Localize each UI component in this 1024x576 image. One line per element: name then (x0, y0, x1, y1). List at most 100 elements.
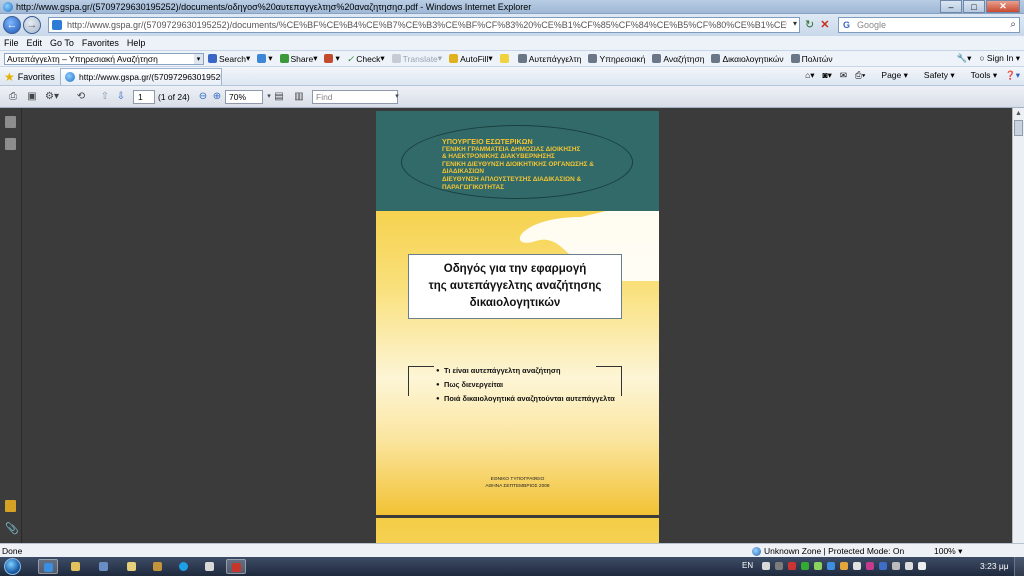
tray-icon[interactable] (814, 562, 822, 570)
highlight-button[interactable] (499, 54, 511, 63)
vertical-scrollbar[interactable]: ▲ (1012, 108, 1024, 543)
taskbar-app[interactable] (148, 559, 168, 574)
pages-icon[interactable] (5, 116, 16, 128)
link-autepaggelti[interactable]: Αυτεπάγγελτη (517, 54, 581, 64)
feeds-icon[interactable]: ◙▾ (823, 70, 832, 81)
next-page-icon[interactable]: ⇩ (114, 90, 128, 103)
clock[interactable]: 3:23 μμ (980, 561, 1009, 571)
tray-icon[interactable] (840, 562, 848, 570)
toolbar-pagerank-button[interactable]: ▾ (324, 53, 340, 64)
taskbar-skype[interactable] (174, 559, 194, 574)
attachments-icon[interactable] (5, 138, 16, 150)
search-term-icon (517, 54, 527, 63)
bluetooth-icon[interactable] (879, 562, 887, 570)
find-input[interactable]: Find (312, 90, 398, 104)
forward-button[interactable]: → (23, 16, 41, 34)
volume-icon[interactable] (918, 562, 926, 570)
favorites-button[interactable]: ★ Favorites (4, 70, 55, 84)
tray-icon[interactable] (788, 562, 796, 570)
zoom-in-icon[interactable]: ⊕ (210, 90, 224, 103)
app-icon (99, 562, 108, 571)
page-number-input[interactable]: 1 (133, 90, 155, 104)
zoom-out-icon[interactable]: ⊖ (196, 90, 210, 103)
help-icon[interactable]: ❓▾ (1005, 70, 1020, 81)
search-box[interactable]: G Google ⌕ (838, 17, 1020, 33)
mail-icon[interactable]: ✉ (840, 70, 847, 81)
security-zone[interactable]: Unknown Zone | Protected Mode: On (752, 546, 904, 556)
zoom-select[interactable]: 70% (225, 90, 263, 104)
tray-icon[interactable] (775, 562, 783, 570)
tray-icon[interactable] (866, 562, 874, 570)
menu-edit[interactable]: Edit (27, 38, 43, 48)
share-icon[interactable]: ⚙▾ (45, 90, 59, 103)
link-ypiresiaki[interactable]: Υπηρεσιακή (588, 54, 645, 64)
tray-icon[interactable] (827, 562, 835, 570)
ministry-line: & ΗΛΕΚΤΡΟΝΙΚΗΣ ΔΙΑΚΥΒΕΡΝΗΣΗΣ (442, 153, 555, 161)
taskbar-acrobat[interactable] (226, 559, 246, 574)
fit-page-icon[interactable]: ▤ (272, 90, 286, 103)
link-politon[interactable]: Πολιτών (790, 54, 833, 64)
tray-icon[interactable] (801, 562, 809, 570)
share-button[interactable]: Share ▾ (279, 53, 317, 64)
paperclip-icon[interactable]: 📎 (5, 522, 19, 535)
back-button[interactable]: ← (3, 16, 21, 34)
home-icon[interactable]: ⌂▾ (805, 70, 814, 81)
plus-icon (257, 54, 267, 63)
toolbar-search-button[interactable]: Search ▾ (208, 53, 250, 64)
address-bar[interactable]: http://www.gspa.gr/(5709729630195252)/do… (48, 17, 800, 33)
search-icon[interactable]: ⌕ (1010, 19, 1016, 30)
menu-favorites[interactable]: Favorites (82, 38, 119, 48)
stop-icon[interactable]: ✕ (820, 18, 829, 31)
comments-icon[interactable] (5, 500, 16, 512)
print-icon[interactable]: ⎙▾ (855, 70, 865, 81)
page-menu[interactable]: Page ▾ (873, 70, 908, 81)
collaborate-icon[interactable]: ⟲ (74, 90, 88, 103)
menu-help[interactable]: Help (127, 38, 146, 48)
scroll-up-icon[interactable]: ▲ (1015, 110, 1022, 117)
minimize-button[interactable]: – (940, 0, 962, 13)
check-button[interactable]: ✓ Check ▾ (347, 53, 385, 64)
chevron-down-icon[interactable]: ▾ (793, 19, 797, 28)
pdf-viewer[interactable]: ΥΠΟΥΡΓΕΙΟ ΕΣΩΤΕΡΙΚΩΝ ΓΕΝΙΚΗ ΓΡΑΜΜΑΤΕΙΑ Δ… (22, 108, 1012, 543)
flag-icon[interactable] (905, 562, 913, 570)
ministry-text: ΥΠΟΥΡΓΕΙΟ ΕΣΩΤΕΡΙΚΩΝ ΓΕΝΙΚΗ ΓΡΑΜΜΑΤΕΙΑ Δ… (442, 138, 622, 191)
tray-icon[interactable] (762, 562, 770, 570)
taskbar-ie[interactable] (38, 559, 58, 574)
scroll-thumb[interactable] (1014, 120, 1023, 136)
fit-width-icon[interactable]: ▥ (292, 90, 306, 103)
toolbar-search-combo[interactable]: Αυτεπάγγελτη – Υπηρεσιακή Αναζήτηση ▾ (4, 52, 204, 65)
previous-page-icon[interactable]: ⇧ (98, 90, 112, 103)
translate-button[interactable]: Translate ▾ (391, 53, 442, 64)
chevron-down-icon[interactable]: ▾ (390, 90, 404, 103)
tray-icon[interactable] (853, 562, 861, 570)
favorites-bar: ★ Favorites http://www.gspa.gr/(57097296… (0, 67, 1024, 86)
show-desktop-button[interactable] (1014, 557, 1024, 576)
menu-file[interactable]: File (4, 38, 19, 48)
maximize-button[interactable]: □ (963, 0, 985, 13)
print-icon[interactable]: ⎙ (6, 90, 20, 103)
close-button[interactable]: ✕ (986, 0, 1020, 13)
safety-menu[interactable]: Safety ▾ (916, 70, 955, 81)
link-anazitisi[interactable]: Αναζήτηση (652, 54, 704, 64)
save-icon[interactable]: ▣ (25, 90, 39, 103)
browser-tab[interactable]: http://www.gspa.gr/(5709729630195252)... (60, 68, 222, 85)
menu-goto[interactable]: Go To (50, 38, 74, 48)
taskbar-app[interactable] (122, 559, 142, 574)
start-button[interactable] (4, 558, 21, 575)
autofill-button[interactable]: AutoFill ▾ (449, 53, 493, 64)
ministry-line: ΓΕΝΙΚΗ ΓΡΑΜΜΑΤΕΙΑ ΔΗΜΟΣΙΑΣ ΔΙΟΙΚΗΣΗΣ (442, 145, 581, 153)
language-indicator[interactable]: EN (742, 561, 753, 570)
wrench-icon[interactable]: 🔧▾ (957, 53, 972, 64)
zoom-level[interactable]: 100% ▾ (934, 546, 962, 557)
address-url[interactable]: http://www.gspa.gr/(5709729630195252)/do… (67, 20, 787, 30)
refresh-icon[interactable]: ↻ (805, 18, 814, 31)
toolbar-extra-button[interactable]: ▾ (257, 53, 273, 64)
taskbar-app[interactable] (94, 559, 114, 574)
taskbar-app[interactable] (66, 559, 86, 574)
signin-button[interactable]: ○ Sign In ▾ (979, 53, 1020, 64)
network-icon[interactable] (892, 562, 900, 570)
link-dikaiologitikon[interactable]: Δικαιολογητικών (711, 54, 784, 64)
chevron-down-icon[interactable]: ▾ (194, 53, 203, 64)
taskbar-app[interactable] (200, 559, 220, 574)
tools-menu[interactable]: Tools ▾ (963, 70, 997, 81)
